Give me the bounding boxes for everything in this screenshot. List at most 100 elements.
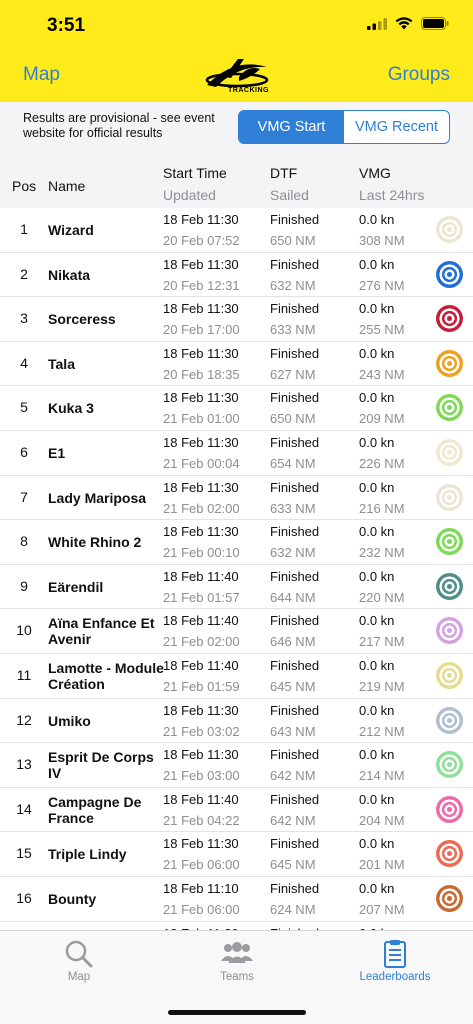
table-row[interactable]: 14 Campagne De France 18 Feb 11:40 21 Feb 0… <box>0 788 473 833</box>
row-last24: 207 NM <box>359 902 405 917</box>
row-dtf: Finished <box>270 568 320 584</box>
row-start-time: 18 Feb 11:30 <box>163 301 239 317</box>
map-nav-button[interactable]: Map <box>23 64 60 86</box>
row-vmg: 0.0 kn <box>359 301 395 317</box>
table-row[interactable]: 13 Esprit De Corps IV 18 Feb 11:30 21 Feb 0… <box>0 743 473 788</box>
row-boat-name: Bounty <box>48 891 97 907</box>
row-sailed: 633 NM <box>270 322 316 338</box>
row-start-time: 18 Feb 11:10 <box>163 881 239 896</box>
row-start-time: 18 Feb 11:30 <box>163 345 239 361</box>
table-row[interactable]: 1718 Feb 11:30Finished0.0 kn <box>0 922 473 930</box>
battery-icon <box>421 17 449 35</box>
magnifier-icon <box>64 939 94 974</box>
wifi-icon <box>395 17 413 35</box>
row-start-time: 18 Feb 11:30 <box>163 479 239 495</box>
table-row[interactable]: 4 Tala 18 Feb 11:30 20 Feb 18:35 Finished 627… <box>0 342 473 387</box>
tab-map-label: Map <box>67 971 91 983</box>
boat-color-icon <box>436 885 463 912</box>
row-dtf: Finished <box>270 256 320 272</box>
row-start-time: 18 Feb 11:30 <box>163 256 239 272</box>
vmg-recent-segment[interactable]: VMG Recent <box>344 111 449 143</box>
row-dtf: Finished <box>270 524 320 540</box>
row-start-time: 18 Feb 11:30 <box>163 524 239 540</box>
row-position: 13 <box>16 756 32 773</box>
row-dtf: Finished <box>270 658 320 673</box>
boat-color-icon <box>436 349 463 377</box>
tab-map[interactable]: Map <box>0 931 158 991</box>
table-row[interactable]: 2 Nikata 18 Feb 11:30 20 Feb 12:31 Finished 6… <box>0 253 473 298</box>
row-sailed: 654 NM <box>270 456 316 471</box>
row-boat-name: Nikata <box>48 266 91 283</box>
row-position: 6 <box>20 444 28 460</box>
table-row[interactable]: 10 Aïna Enfance Et Avenir 18 Feb 11:40 21 F… <box>0 609 473 654</box>
boat-color-icon <box>436 483 463 511</box>
row-start-time: 18 Feb 11:40 <box>163 658 239 673</box>
table-row[interactable]: 6 E1 18 Feb 11:30 21 Feb 00:04 Finished 654 N… <box>0 431 473 476</box>
row-updated: 21 Feb 04:22 <box>163 812 240 828</box>
row-vmg: 0.0 kn <box>359 568 395 584</box>
boat-color-icon <box>436 528 463 556</box>
logo-text: TRACKING <box>228 87 269 94</box>
col-sailed: Sailed <box>270 187 309 203</box>
row-dtf: Finished <box>270 435 320 450</box>
table-row[interactable]: 9 Eärendil 18 Feb 11:40 21 Feb 01:57 Finishe… <box>0 565 473 610</box>
row-sailed: 632 NM <box>270 545 316 561</box>
row-sailed: 642 NM <box>270 812 316 828</box>
row-updated: 21 Feb 06:00 <box>163 857 240 873</box>
row-start-time: 18 Feb 11:30 <box>163 390 239 406</box>
table-row[interactable]: 8 White Rhino 2 18 Feb 11:30 21 Feb 00:10 Fi… <box>0 520 473 565</box>
app-header: 3:51 Map TRACKING Groups <box>0 0 473 102</box>
row-vmg: 0.0 kn <box>359 702 395 718</box>
table-row[interactable]: 12 Umiko 18 Feb 11:30 21 Feb 03:02 Finished 6… <box>0 699 473 744</box>
table-row[interactable]: 7 Lady Mariposa 18 Feb 11:30 21 Feb 02:00 Fi… <box>0 476 473 521</box>
table-row[interactable]: 3 Sorceress 18 Feb 11:30 20 Feb 17:00 Finish… <box>0 297 473 342</box>
tab-leaderboards[interactable]: Leaderboards <box>316 931 473 991</box>
row-boat-name: E1 <box>48 445 66 461</box>
row-dtf: Finished <box>270 791 320 807</box>
table-row[interactable]: 5 Kuka 3 18 Feb 11:30 21 Feb 01:00 Finished 6… <box>0 386 473 431</box>
row-position: 10 <box>16 622 32 639</box>
row-position: 15 <box>16 845 32 862</box>
row-position: 2 <box>20 265 28 282</box>
row-dtf: Finished <box>270 836 320 852</box>
groups-nav-button[interactable]: Groups <box>388 64 450 86</box>
table-row[interactable]: 15 Triple Lindy 18 Feb 11:30 21 Feb 06:00 Fi… <box>0 832 473 877</box>
row-vmg: 0.0 kn <box>359 658 395 673</box>
table-row[interactable]: 1 Wizard 18 Feb 11:30 20 Feb 07:52 Finished 6… <box>0 208 473 253</box>
boat-color-icon <box>436 706 463 734</box>
row-position: 7 <box>20 488 28 505</box>
tab-teams-label: Teams <box>220 971 254 983</box>
col-start-time: Start Time <box>163 165 227 181</box>
boat-color-icon <box>436 840 463 868</box>
row-sailed: 644 NM <box>270 589 316 605</box>
row-position: 14 <box>16 800 32 817</box>
row-start-time: 18 Feb 11:30 <box>163 747 239 763</box>
row-position: 3 <box>20 310 28 327</box>
row-boat-name: Esprit De Corps IV <box>48 749 154 782</box>
vmg-start-segment[interactable]: VMG Start <box>239 111 344 143</box>
leaderboard-list: 1 Wizard 18 Feb 11:30 20 Feb 07:52 Finished 6… <box>0 208 473 930</box>
row-updated: 21 Feb 03:02 <box>163 723 240 739</box>
status-icons <box>367 17 449 35</box>
boat-color-icon <box>436 260 463 288</box>
table-row[interactable]: 16 Bounty 18 Feb 11:10 21 Feb 06:00 Finished… <box>0 877 473 922</box>
row-sailed: 633 NM <box>270 500 316 516</box>
tab-teams[interactable]: Teams <box>158 931 316 991</box>
row-dtf: Finished <box>270 301 320 317</box>
row-updated: 21 Feb 03:00 <box>163 768 240 784</box>
row-position: 12 <box>16 711 32 728</box>
clipboard-icon <box>383 939 407 974</box>
row-start-time: 18 Feb 11:30 <box>163 212 239 227</box>
row-last24: 220 NM <box>359 589 405 605</box>
row-start-time: 18 Feb 11:30 <box>163 702 239 718</box>
row-last24: 209 NM <box>359 411 405 427</box>
table-row[interactable]: 11 Lamotte - Module Création 18 Feb 11:40 2… <box>0 654 473 699</box>
row-sailed: 645 NM <box>270 857 316 873</box>
row-boat-name: Wizard <box>48 222 94 238</box>
row-boat-name: Umiko <box>48 712 91 729</box>
row-dtf: Finished <box>270 613 320 629</box>
tab-leaderboards-label: Leaderboards <box>359 971 431 983</box>
row-vmg: 0.0 kn <box>359 212 395 227</box>
row-boat-name: White Rhino 2 <box>48 534 142 551</box>
row-updated: 21 Feb 00:10 <box>163 545 240 561</box>
